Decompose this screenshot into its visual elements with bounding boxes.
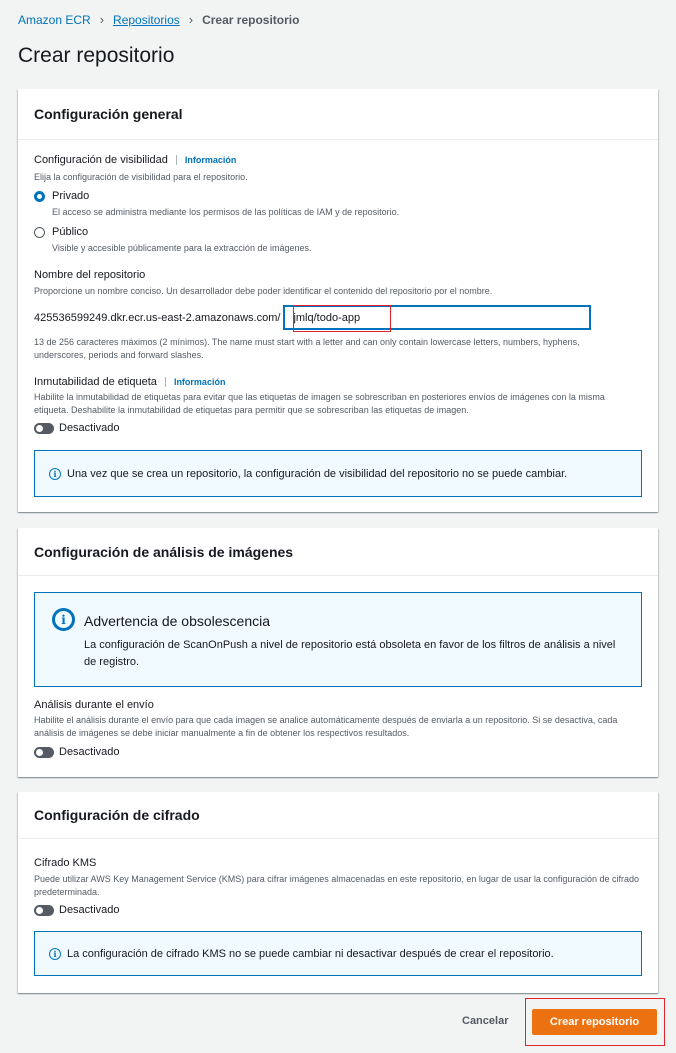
image-scan-panel: Configuración de análisis de imágenes i … [18,528,658,777]
deprecation-warning: i Advertencia de obsolescencia La config… [34,592,642,687]
toggle-switch[interactable] [34,746,54,758]
visibility-label: Configuración de visibilidad [34,154,168,166]
radio-private[interactable]: Privado [34,190,89,202]
visibility-description: Elija la configuración de visibilidad pa… [34,172,248,182]
scan-on-push-description: Habilite el análisis durante el envío pa… [34,715,618,738]
toggle-label: Desactivado [59,422,120,434]
chevron-right-icon: › [188,12,194,27]
repo-name-constraint: 13 de 256 caracteres máximos (2 mínimos)… [34,337,580,360]
breadcrumb-repositorios[interactable]: Repositorios [113,13,180,27]
info-icon: i [49,947,61,960]
panel-title: Configuración de análisis de imágenes [34,543,294,560]
toggle-switch[interactable] [34,422,54,434]
toggle-label: Desactivado [59,904,120,916]
immutability-description: Habilite la inmutabilidad de etiquetas p… [34,392,605,415]
toggle-switch[interactable] [34,904,54,916]
radio-public[interactable]: Público [34,226,88,238]
repo-uri-prefix: 425536599249.dkr.ecr.us-east-2.amazonaws… [34,311,281,324]
info-link[interactable]: Información [175,155,236,165]
panel-header: Configuración de cifrado [18,792,658,839]
visibility-notice: i Una vez que se crea un repositorio, la… [34,450,642,497]
radio-button-unchecked[interactable] [34,226,45,238]
info-icon: i [49,467,61,480]
panel-title: Configuración general [34,106,183,122]
kms-notice: i La configuración de cifrado KMS no se … [34,931,642,976]
info-icon: i [52,608,75,631]
immutability-label: Inmutabilidad de etiqueta [34,376,157,388]
radio-private-label: Privado [52,190,90,202]
page-title: Crear repositorio [18,44,175,67]
breadcrumb: Amazon ECR › Repositorios › Crear reposi… [18,12,299,27]
info-link[interactable]: Información [164,377,225,387]
radio-button-checked[interactable] [34,190,45,202]
encryption-panel: Configuración de cifrado Cifrado KMS Pue… [18,792,658,993]
toggle-label: Desactivado [59,746,120,758]
visibility-notice-text: Una vez que se crea un repositorio, la c… [67,467,568,480]
kms-description: Puede utilizar AWS Key Management Servic… [34,874,639,897]
repo-name-label: Nombre del repositorio [34,269,146,281]
panel-title: Configuración de cifrado [34,807,200,823]
repo-name-input[interactable] [284,306,591,329]
repo-name-description: Proporcione un nombre conciso. Un desarr… [34,286,493,296]
kms-label: Cifrado KMS [34,857,97,869]
warning-title: Advertencia de obsolescencia [84,613,271,629]
create-repository-button[interactable]: Crear repositorio [532,1009,657,1035]
radio-public-description: Visible y accesible públicamente para la… [52,243,312,253]
chevron-right-icon: › [99,12,105,27]
kms-notice-text: La configuración de cifrado KMS no se pu… [67,947,554,960]
breadcrumb-current: Crear repositorio [202,12,300,27]
radio-public-label: Público [52,226,89,238]
general-settings-panel: Configuración general Configuración de v… [18,89,658,512]
kms-toggle[interactable]: Desactivado [34,904,120,916]
scan-on-push-label: Análisis durante el envío [34,699,154,711]
immutability-toggle[interactable]: Desactivado [34,422,120,434]
cancel-button[interactable]: Cancelar [462,1015,508,1027]
warning-text: La configuración de ScanOnPush a nivel d… [84,639,616,668]
panel-header: Configuración general [18,89,658,140]
scan-on-push-toggle[interactable]: Desactivado [34,746,120,758]
radio-private-description: El acceso se administra mediante los per… [52,207,400,217]
breadcrumb-amazon-ecr[interactable]: Amazon ECR [18,13,91,27]
panel-header: Configuración de análisis de imágenes [18,528,658,576]
